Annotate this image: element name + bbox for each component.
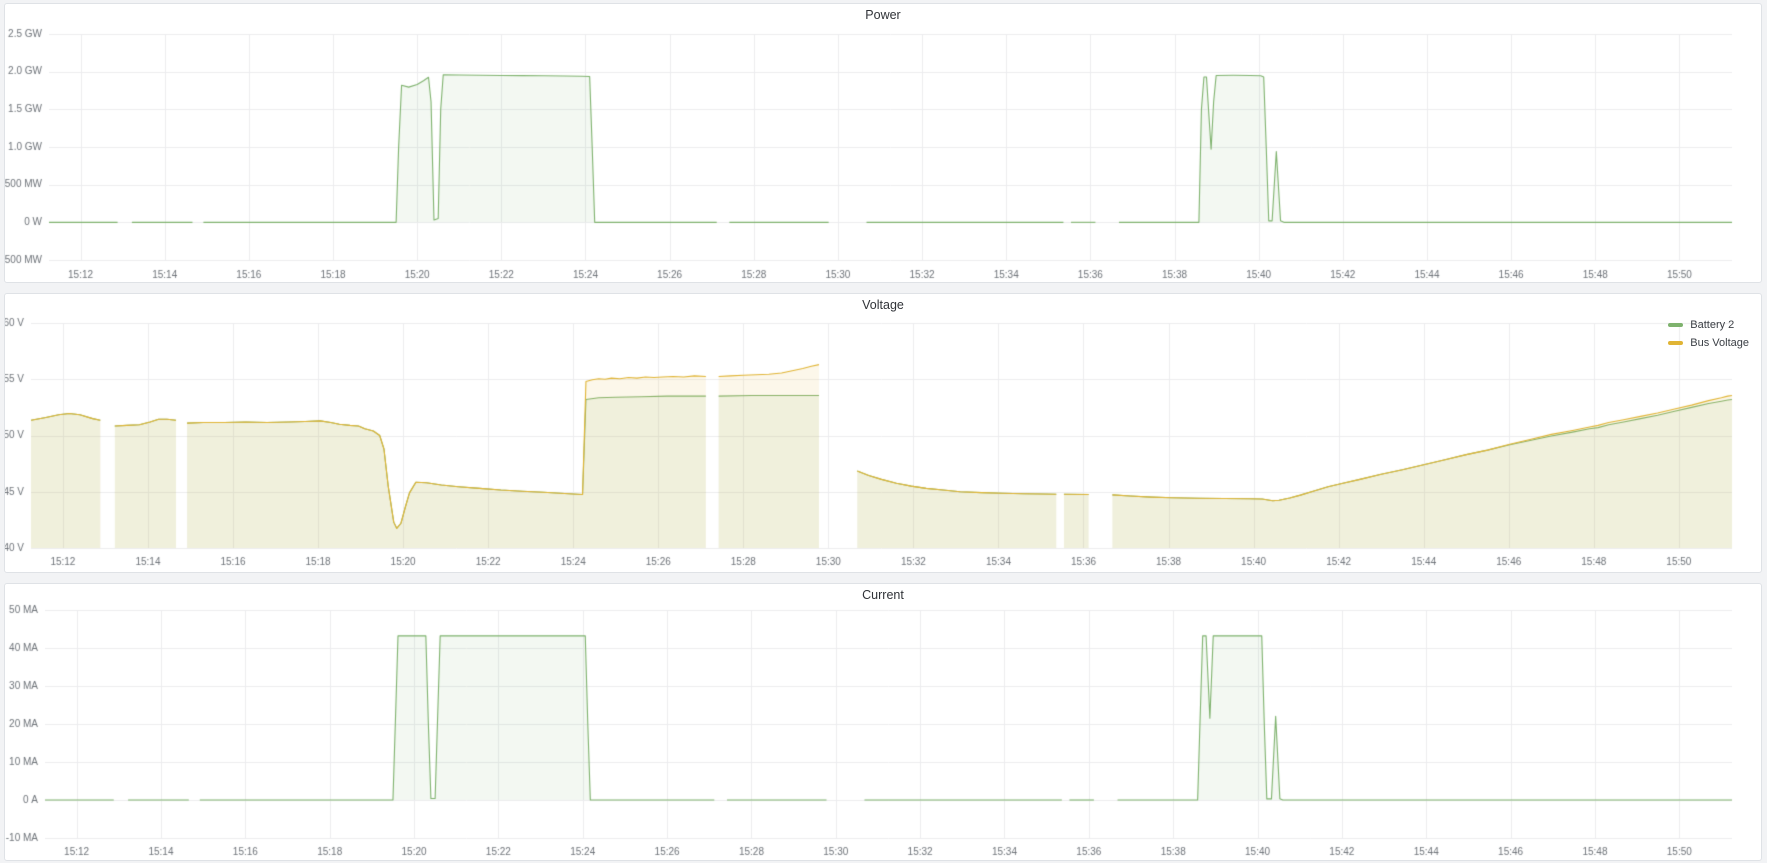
voltage-legend: Battery 2 Bus Voltage (1668, 318, 1749, 350)
power-chart[interactable] (5, 4, 1761, 282)
voltage-chart[interactable] (5, 294, 1761, 572)
power-panel: Power (4, 3, 1762, 283)
legend-label-battery-2: Battery 2 (1690, 319, 1734, 331)
current-panel: Current (4, 583, 1762, 861)
power-panel-title[interactable]: Power (5, 4, 1761, 28)
current-panel-title[interactable]: Current (5, 584, 1761, 608)
voltage-panel-title[interactable]: Voltage (5, 294, 1761, 318)
legend-item-bus-voltage[interactable]: Bus Voltage (1668, 336, 1749, 350)
legend-label-bus-voltage: Bus Voltage (1690, 337, 1749, 349)
voltage-panel: Voltage Battery 2 Bus Voltage (4, 293, 1762, 573)
current-chart[interactable] (5, 584, 1761, 860)
bus-voltage-swatch-icon (1668, 341, 1683, 345)
battery-2-swatch-icon (1668, 323, 1683, 327)
dashboard: Power Voltage Battery 2 Bus Voltage Curr… (0, 0, 1767, 863)
legend-item-battery-2[interactable]: Battery 2 (1668, 318, 1749, 332)
